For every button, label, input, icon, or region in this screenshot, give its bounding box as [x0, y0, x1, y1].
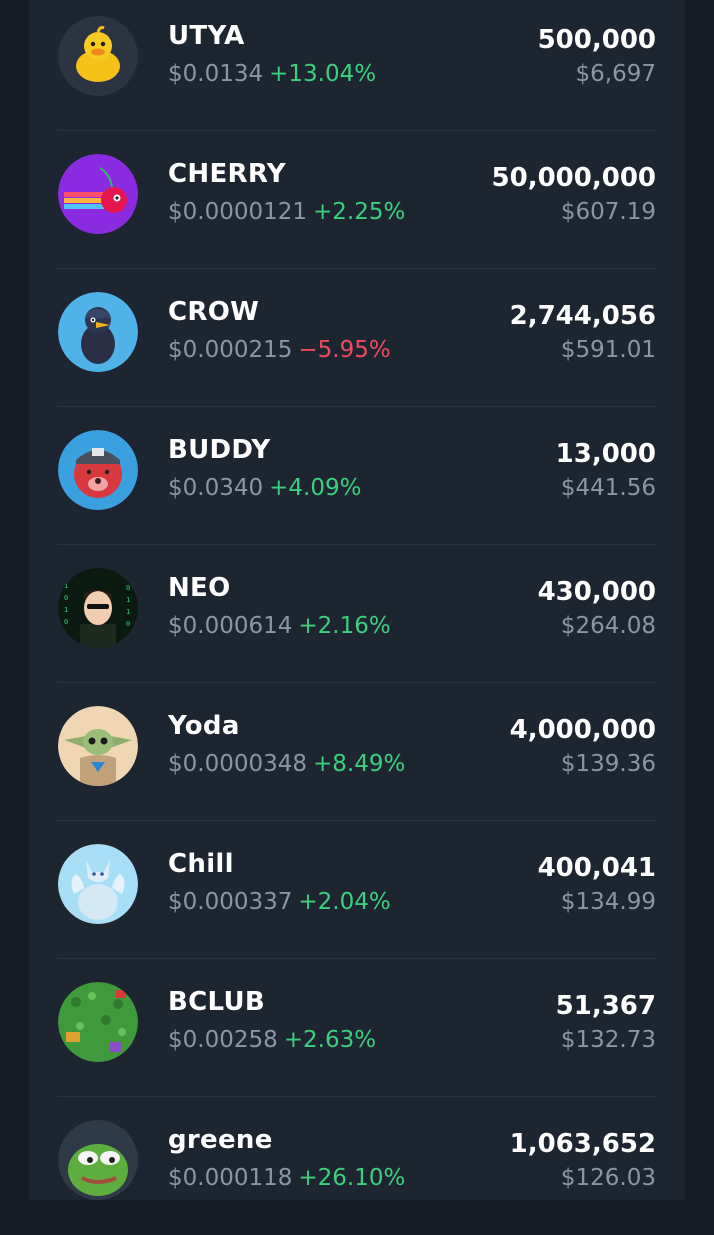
- svg-text:0: 0: [64, 618, 68, 626]
- token-change: +26.10%: [298, 1165, 406, 1191]
- cherry-icon: [58, 154, 138, 234]
- token-amount: 430,000: [537, 577, 656, 607]
- token-name: BCLUB: [168, 987, 265, 1017]
- svg-text:0: 0: [64, 594, 68, 602]
- token-price: $0.000215: [168, 337, 293, 363]
- token-change: +2.63%: [283, 1027, 377, 1053]
- token-name: UTYA: [168, 21, 245, 51]
- token-name: Chill: [168, 849, 234, 879]
- token-change: +4.09%: [269, 475, 362, 501]
- token-row-greene[interactable]: greene $0.000118 +26.10% 1,063,652 $126.0…: [29, 1097, 685, 1235]
- token-amount: 50,000,000: [491, 163, 656, 193]
- token-list: UTYA $0.0134 +13.04% 500,000 $6,697 CHERR…: [29, 0, 685, 1200]
- crow-icon: [58, 292, 138, 372]
- token-value: $6,697: [575, 61, 656, 87]
- yoda-icon: [58, 706, 138, 786]
- token-change: +2.25%: [313, 199, 406, 225]
- token-price: $0.0000121: [168, 199, 308, 225]
- token-price: $0.0340: [168, 475, 264, 501]
- token-change: +13.04%: [269, 61, 377, 87]
- token-amount: 2,744,056: [509, 301, 656, 331]
- token-value: $132.73: [560, 1027, 656, 1053]
- pepe-icon: [58, 1120, 138, 1200]
- token-row-yoda[interactable]: Yoda $0.0000348 +8.49% 4,000,000 $139.36: [29, 683, 685, 821]
- token-name: NEO: [168, 573, 231, 603]
- token-amount: 500,000: [537, 25, 656, 55]
- token-value: $607.19: [560, 199, 656, 225]
- token-value: $126.03: [560, 1165, 656, 1191]
- svg-text:1: 1: [126, 608, 130, 616]
- token-name: CHERRY: [168, 159, 286, 189]
- token-amount: 400,041: [537, 853, 656, 883]
- svg-text:1: 1: [64, 582, 68, 590]
- duck-icon: [58, 16, 138, 96]
- svg-text:1: 1: [126, 596, 130, 604]
- token-value: $134.99: [560, 889, 656, 915]
- token-row-bclub[interactable]: BCLUB $0.00258 +2.63% 51,367 $132.73: [29, 959, 685, 1097]
- token-name: CROW: [168, 297, 260, 327]
- token-row-chill[interactable]: Chill $0.000337 +2.04% 400,041 $134.99: [29, 821, 685, 959]
- token-name: BUDDY: [168, 435, 271, 465]
- token-price: $0.0134: [168, 61, 264, 87]
- wolf-icon: [58, 844, 138, 924]
- token-change: −5.95%: [298, 337, 391, 363]
- token-price: $0.00258: [168, 1027, 278, 1053]
- svg-text:0: 0: [126, 584, 130, 592]
- svg-text:1: 1: [64, 606, 68, 614]
- svg-text:0: 0: [126, 620, 130, 628]
- token-value: $139.36: [560, 751, 656, 777]
- token-change: +2.04%: [298, 889, 391, 915]
- token-price: $0.000337: [168, 889, 293, 915]
- token-value: $441.56: [560, 475, 656, 501]
- token-amount: 13,000: [555, 439, 656, 469]
- token-amount: 4,000,000: [509, 715, 656, 745]
- token-name: Yoda: [168, 711, 240, 741]
- bear-icon: [58, 430, 138, 510]
- token-amount: 51,367: [555, 991, 656, 1021]
- token-name: greene: [168, 1125, 273, 1155]
- token-row-buddy[interactable]: BUDDY $0.0340 +4.09% 13,000 $441.56: [29, 407, 685, 545]
- token-price: $0.000118: [168, 1165, 293, 1191]
- token-value: $591.01: [560, 337, 656, 363]
- token-row-crow[interactable]: CROW $0.000215 −5.95% 2,744,056 $591.01: [29, 269, 685, 407]
- token-row-utya[interactable]: UTYA $0.0134 +13.04% 500,000 $6,697: [29, 0, 685, 131]
- token-price: $0.000614: [168, 613, 293, 639]
- token-price: $0.0000348: [168, 751, 308, 777]
- token-change: +8.49%: [313, 751, 406, 777]
- token-change: +2.16%: [298, 613, 391, 639]
- token-amount: 1,063,652: [509, 1129, 656, 1159]
- neo-icon: 1 0 1 0 0 1 1 0: [58, 568, 138, 648]
- bclub-icon: [58, 982, 138, 1062]
- token-row-neo[interactable]: 1 0 1 0 0 1 1 0 NEO $0.000614 +2.16% 430,000 $2…: [29, 545, 685, 683]
- token-value: $264.08: [560, 613, 656, 639]
- token-row-cherry[interactable]: CHERRY $0.0000121 +2.25% 50,000,000 $607.…: [29, 131, 685, 269]
